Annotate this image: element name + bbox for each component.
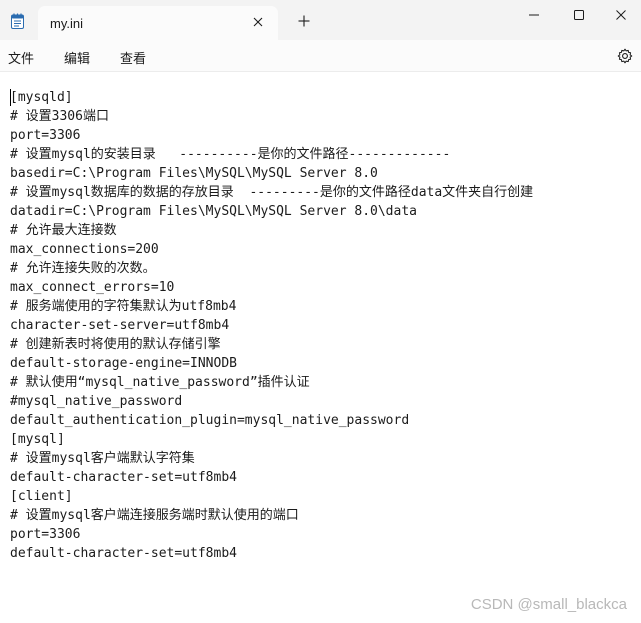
menu-bar: 文件 编辑 查看 — [0, 40, 641, 72]
editor-line: default-storage-engine=INNODB — [10, 356, 237, 371]
maximize-button[interactable] — [556, 0, 602, 30]
notepad-window: my.ini 文件 编辑 查看 [mysqld] # 设置3306端口 port… — [0, 0, 641, 623]
editor-line: # 默认使用“mysql_native_password”插件认证 — [10, 375, 310, 390]
editor-line: max_connect_errors=10 — [10, 280, 175, 295]
menu-file[interactable]: 文件 — [8, 48, 34, 67]
text-caret — [10, 89, 11, 106]
close-tab-button[interactable] — [250, 14, 266, 30]
settings-button[interactable] — [616, 47, 634, 65]
editor-line: basedir=C:\Program Files\MySQL\MySQL Ser… — [10, 166, 378, 181]
editor-line: [mysql] — [10, 432, 65, 447]
close-icon — [253, 17, 263, 27]
editor-line: default_authentication_plugin=mysql_nati… — [10, 413, 410, 428]
close-window-button[interactable] — [601, 0, 641, 30]
editor-line: character-set-server=utf8mb4 — [10, 318, 230, 333]
editor-line: default-character-set=utf8mb4 — [10, 470, 237, 485]
title-bar[interactable]: my.ini — [0, 0, 641, 40]
tab-my-ini[interactable]: my.ini — [38, 6, 278, 40]
plus-icon — [298, 15, 310, 27]
editor-line: # 允许最大连接数 — [10, 223, 117, 238]
maximize-icon — [574, 10, 584, 20]
editor-line: # 设置mysql客户端连接服务端时默认使用的端口 — [10, 508, 299, 523]
new-tab-button[interactable] — [296, 13, 312, 29]
editor-line: # 服务端使用的字符集默认为utf8mb4 — [10, 299, 237, 314]
menu-view[interactable]: 查看 — [120, 48, 146, 67]
editor-line: [client] — [10, 489, 73, 504]
gear-icon — [617, 48, 633, 64]
editor-line: port=3306 — [10, 527, 81, 542]
editor-line: port=3306 — [10, 128, 81, 143]
editor-line: # 允许连接失败的次数。 — [10, 261, 156, 276]
minimize-icon — [529, 14, 539, 16]
editor-line: #mysql_native_password — [10, 394, 183, 409]
tab-title: my.ini — [50, 16, 83, 31]
menu-edit[interactable]: 编辑 — [64, 48, 90, 67]
editor-content[interactable]: [mysqld] # 设置3306端口 port=3306 # 设置mysql的… — [10, 88, 533, 563]
editor-line: default-character-set=utf8mb4 — [10, 546, 237, 561]
editor-line: datadir=C:\Program Files\MySQL\MySQL Ser… — [10, 204, 417, 219]
watermark: CSDN @small_blackca — [470, 596, 627, 613]
editor-line: max_connections=200 — [10, 242, 159, 257]
editor-line: # 设置mysql数据库的数据的存放目录 ---------是你的文件路径dat… — [10, 185, 534, 200]
editor-line: [mysqld] — [10, 90, 73, 105]
minimize-button[interactable] — [511, 0, 557, 30]
notepad-icon — [11, 13, 24, 29]
editor-line: # 设置3306端口 — [10, 109, 109, 124]
editor-line: # 设置mysql的安装目录 ----------是你的文件路径--------… — [10, 147, 451, 162]
text-editor[interactable]: [mysqld] # 设置3306端口 port=3306 # 设置mysql的… — [0, 72, 641, 623]
editor-line: # 创建新表时将使用的默认存储引擎 — [10, 337, 221, 352]
close-icon — [616, 10, 626, 20]
editor-line: # 设置mysql客户端默认字符集 — [10, 451, 195, 466]
